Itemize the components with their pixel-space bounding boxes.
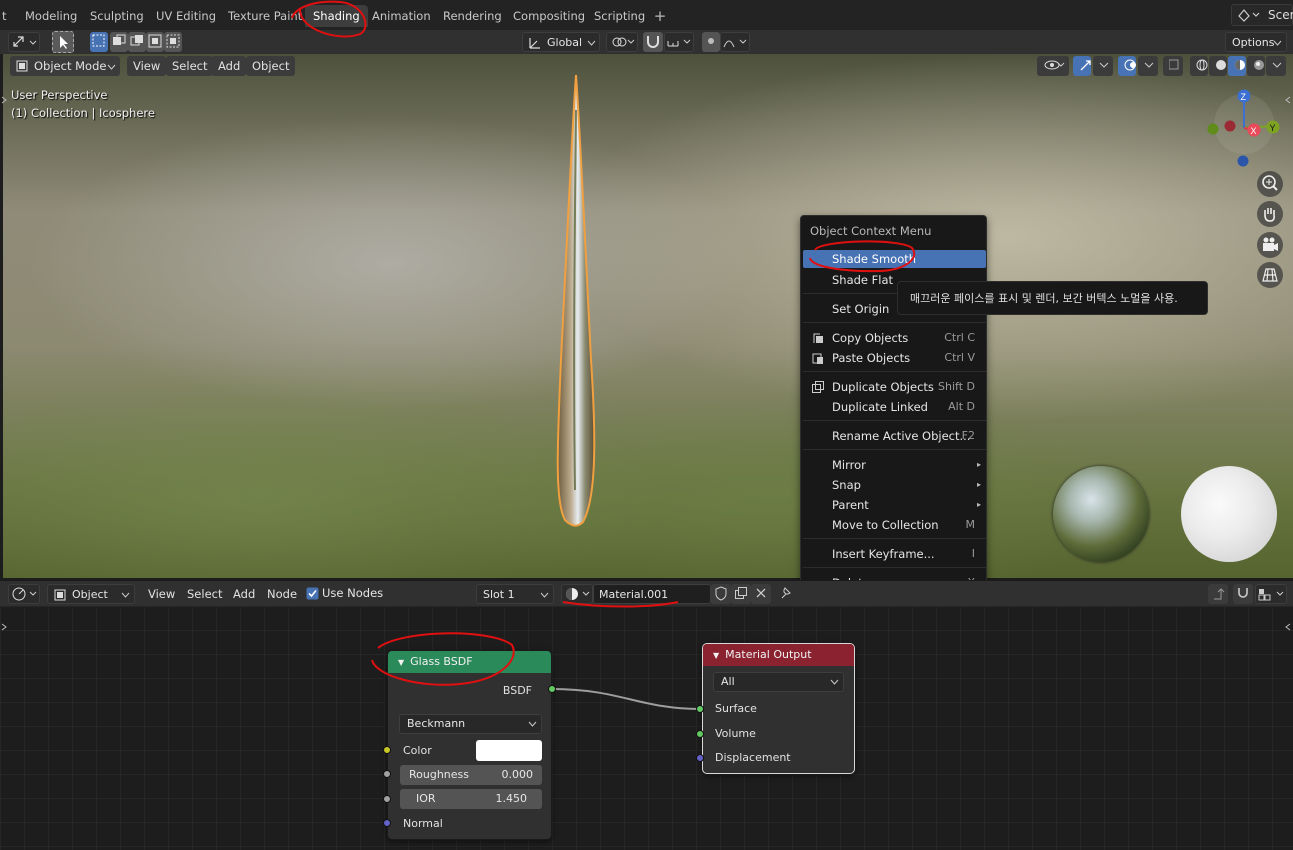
glass-bsdf-title: Glass BSDF: [410, 655, 473, 668]
output-target-label: All: [721, 675, 735, 688]
output-target-dropdown[interactable]: All: [713, 672, 844, 692]
displacement-input-socket[interactable]: [696, 754, 704, 762]
bsdf-output-label: BSDF: [502, 684, 532, 697]
ior-label: IOR: [416, 792, 436, 805]
material-output-header[interactable]: ▼ Material Output: [703, 644, 854, 666]
node-sidebar-expand-icon[interactable]: [1284, 622, 1292, 632]
roughness-label: Roughness: [409, 768, 470, 781]
material-output-node[interactable]: ▼ Material Output All Surface Volume Disp…: [702, 643, 855, 774]
glass-bsdf-header[interactable]: ▼ Glass BSDF: [388, 651, 551, 673]
roughness-value: 0.000: [501, 768, 534, 781]
surface-label: Surface: [715, 702, 757, 715]
glass-bsdf-node[interactable]: ▼ Glass BSDF BSDF Beckmann Color Roughnes…: [387, 650, 552, 840]
collapse-arrow-icon[interactable]: ▼: [713, 651, 719, 660]
distribution-label: Beckmann: [407, 717, 466, 730]
node-link[interactable]: [0, 0, 1293, 850]
chevron-down-icon: [528, 721, 537, 727]
distribution-dropdown[interactable]: Beckmann: [399, 714, 542, 734]
displacement-label: Displacement: [715, 751, 791, 764]
color-label: Color: [403, 744, 432, 757]
ior-field[interactable]: IOR 1.450: [400, 789, 542, 809]
material-output-title: Material Output: [725, 648, 812, 661]
roughness-field[interactable]: Roughness 0.000: [400, 765, 542, 785]
toolbar-expand-icon[interactable]: [0, 95, 8, 105]
color-swatch[interactable]: [476, 740, 542, 761]
bsdf-output-socket[interactable]: [548, 685, 556, 693]
roughness-input-socket[interactable]: [383, 770, 391, 778]
normal-label: Normal: [403, 817, 443, 830]
volume-label: Volume: [715, 727, 756, 740]
collapse-arrow-icon[interactable]: ▼: [398, 658, 404, 667]
ior-value: 1.450: [495, 792, 528, 805]
sidebar-expand-icon[interactable]: [1284, 95, 1292, 105]
surface-input-socket[interactable]: [696, 705, 704, 713]
volume-input-socket[interactable]: [696, 730, 704, 738]
normal-input-socket[interactable]: [383, 819, 391, 827]
chevron-down-icon: [830, 679, 839, 685]
ior-input-socket[interactable]: [383, 795, 391, 803]
node-toolbar-expand-icon[interactable]: [0, 622, 8, 632]
color-input-socket[interactable]: [383, 746, 391, 754]
